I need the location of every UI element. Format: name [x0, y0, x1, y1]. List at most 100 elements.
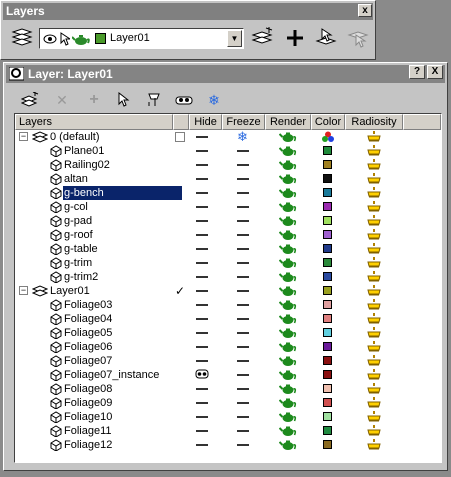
object-row[interactable]: Foliage07 [15, 354, 441, 368]
color-swatch[interactable] [323, 272, 332, 281]
color-swatch[interactable] [323, 356, 332, 365]
freeze-toggle[interactable] [237, 290, 249, 292]
object-row[interactable]: g-bench [15, 186, 441, 200]
hide-toggle[interactable] [196, 178, 208, 180]
freeze-toggle[interactable] [237, 332, 249, 334]
object-row[interactable]: g-table [15, 242, 441, 256]
freeze-toggle[interactable] [237, 276, 249, 278]
render-teapot-icon[interactable] [72, 32, 90, 46]
row-name[interactable]: g-trim2 [64, 270, 98, 284]
freeze-toggle[interactable] [237, 444, 249, 446]
object-row[interactable]: g-roof [15, 228, 441, 242]
render-teapot-icon[interactable] [278, 439, 297, 454]
row-name[interactable]: g-pad [64, 214, 92, 228]
visibility-eye-icon[interactable] [43, 33, 57, 45]
color-swatch[interactable] [323, 398, 332, 407]
hide-toggle[interactable] [196, 290, 208, 292]
row-name[interactable]: Foliage03 [64, 298, 112, 312]
freeze-unfreeze-all-icon[interactable]: ❄ [202, 90, 226, 110]
hide-toggle[interactable] [196, 192, 208, 194]
hide-toggle[interactable] [196, 206, 208, 208]
row-name[interactable]: 0 (default) [50, 130, 100, 144]
row-name[interactable]: Foliage06 [64, 340, 112, 354]
freeze-toggle[interactable] [237, 388, 249, 390]
row-name[interactable]: altan [64, 172, 88, 186]
select-arrow-icon[interactable] [60, 32, 70, 46]
object-row[interactable]: Plane01 [15, 144, 441, 158]
freeze-toggle[interactable] [237, 360, 249, 362]
object-row[interactable]: Foliage12 [15, 438, 441, 452]
row-name[interactable]: g-col [64, 200, 88, 214]
toolbar-close-button[interactable]: x [358, 4, 372, 17]
hide-toggle[interactable] [196, 262, 208, 264]
layer-row[interactable]: − 0 (default) ❄ [15, 130, 441, 144]
object-row[interactable]: g-trim [15, 256, 441, 270]
hide-toggle[interactable] [196, 444, 208, 446]
row-name[interactable]: Plane01 [64, 144, 104, 158]
freeze-toggle[interactable] [237, 248, 249, 250]
color-swatch[interactable] [323, 258, 332, 267]
layer-color-swatch[interactable] [95, 33, 106, 44]
color-swatch[interactable] [323, 426, 332, 435]
freeze-toggle[interactable] [237, 192, 249, 194]
help-button[interactable]: ? [409, 65, 425, 79]
collapse-toggle-icon[interactable]: − [19, 132, 28, 141]
color-swatch[interactable] [323, 300, 332, 309]
freeze-toggle[interactable] [237, 374, 249, 376]
add-selected-icon[interactable]: + [82, 90, 106, 110]
hide-toggle[interactable] [196, 248, 208, 250]
object-row[interactable]: Foliage04 [15, 312, 441, 326]
freeze-toggle[interactable] [237, 150, 249, 152]
hide-toggle[interactable] [196, 430, 208, 432]
row-name[interactable]: Foliage07_instance [64, 368, 159, 382]
hide-toggle[interactable] [196, 150, 208, 152]
object-row[interactable]: g-trim2 [15, 270, 441, 284]
row-name[interactable]: Foliage11 [64, 424, 112, 438]
radiosity-icon[interactable] [367, 439, 381, 454]
color-swatch[interactable] [323, 202, 332, 211]
color-swatch[interactable] [323, 314, 332, 323]
object-row[interactable]: Foliage09 [15, 396, 441, 410]
row-name[interactable]: g-roof [64, 228, 93, 242]
object-row[interactable]: Foliage10 [15, 410, 441, 424]
select-objects-icon[interactable] [112, 90, 136, 110]
object-row[interactable]: Foliage08 [15, 382, 441, 396]
hide-toggle[interactable] [196, 136, 208, 138]
row-name[interactable]: Foliage12 [64, 438, 112, 452]
color-swatch[interactable] [323, 160, 332, 169]
create-new-layer-icon[interactable] [18, 90, 42, 110]
color-swatch[interactable] [323, 174, 332, 183]
freeze-toggle[interactable] [237, 304, 249, 306]
object-row[interactable]: altan [15, 172, 441, 186]
highlight-selected-icon[interactable] [142, 90, 166, 110]
hide-toggle[interactable] [196, 388, 208, 390]
color-swatch[interactable] [323, 286, 332, 295]
color-swatch[interactable] [323, 412, 332, 421]
freeze-toggle[interactable] [237, 416, 249, 418]
layer-list[interactable]: Layers Hide Freeze Render Color Radiosit… [14, 113, 442, 463]
hide-toggle[interactable] [196, 234, 208, 236]
row-name[interactable]: Foliage08 [64, 382, 112, 396]
hide-toggle[interactable] [196, 220, 208, 222]
row-name[interactable]: Foliage10 [64, 410, 112, 424]
hide-unhide-all-icon[interactable] [172, 90, 196, 110]
collapse-toggle-icon[interactable]: − [19, 286, 28, 295]
freeze-toggle[interactable] [237, 262, 249, 264]
freeze-toggle[interactable] [237, 164, 249, 166]
create-layer-icon[interactable] [249, 26, 275, 50]
freeze-snowflake-icon[interactable]: ❄ [237, 130, 248, 144]
hide-toggle[interactable] [196, 402, 208, 404]
row-name[interactable]: Foliage07 [64, 354, 112, 368]
hide-toggle[interactable] [196, 164, 208, 166]
add-to-layer-icon[interactable] [282, 26, 308, 50]
hide-toggle[interactable] [196, 318, 208, 320]
color-swatch[interactable] [323, 230, 332, 239]
object-row[interactable]: g-pad [15, 214, 441, 228]
current-layer-dropdown[interactable]: Layer01 ▼ [39, 28, 244, 49]
row-name[interactable]: g-table [64, 242, 98, 256]
object-row[interactable]: Foliage07_instance [15, 368, 441, 382]
color-swatch[interactable] [323, 328, 332, 337]
color-swatch[interactable] [323, 146, 332, 155]
hide-toggle[interactable] [196, 346, 208, 348]
column-header-color[interactable]: Color [311, 114, 345, 130]
